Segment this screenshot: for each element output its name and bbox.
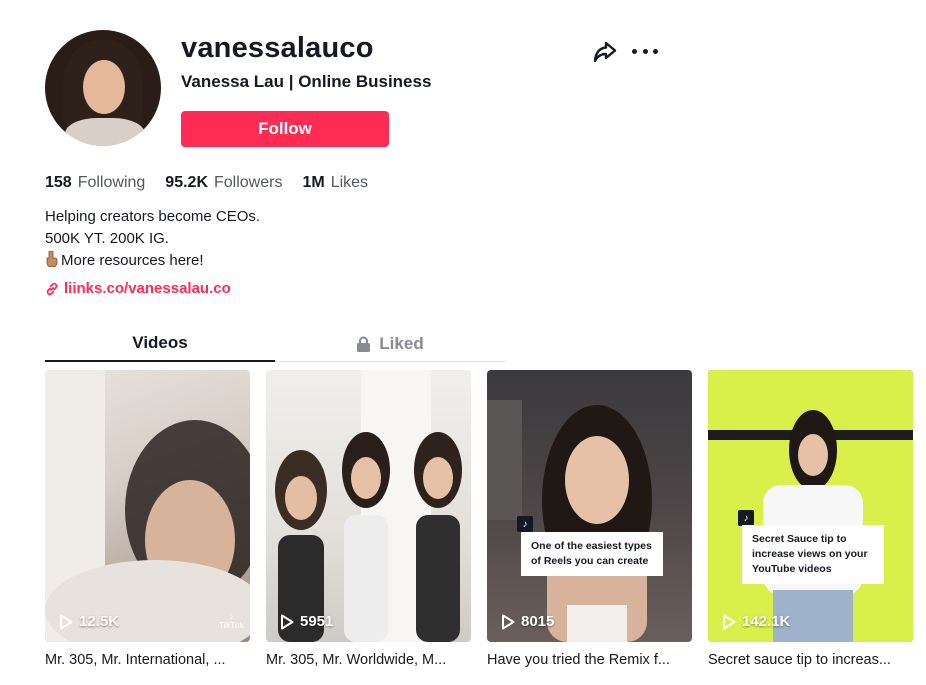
stat-value: 95.2K [165,174,208,191]
play-icon [722,614,736,630]
video-thumbnail[interactable]: ♪ One of the easiest types of Reels you … [487,370,692,642]
view-count-text: 12.5K [79,613,120,630]
stat-value: 158 [45,174,72,191]
video-card[interactable]: ♪ Secret Sauce tip to increase views on … [708,370,913,668]
watermark-text: TikTok [218,621,244,630]
stat-label: Likes [330,174,369,191]
tab-label: Videos [132,333,188,352]
stat-label: Following [77,174,146,191]
video-overlay-text: Secret Sauce tip to increase views on yo… [742,525,884,584]
video-card[interactable]: 5951 Mr. 305, Mr. Worldwide, M... [266,370,471,668]
video-caption[interactable]: Mr. 305, Mr. Worldwide, M... [266,652,471,668]
avatar[interactable] [45,30,161,146]
video-caption[interactable]: Have you tried the Remix f... [487,652,692,668]
tab-label: Liked [379,334,424,353]
bio-line: 500K YT. 200K IG. [45,230,169,247]
view-count-text: 5951 [300,613,334,630]
tab-videos[interactable]: Videos [45,326,275,362]
pointing-down-hand-icon [45,250,59,268]
thumbnail-art [45,370,250,642]
view-count: 5951 [280,613,333,630]
video-thumbnail[interactable]: 5951 [266,370,471,642]
bio-link-text: liinks.co/vanessalau.co [64,280,231,297]
thumbnail-art [487,400,652,642]
view-count: 142.1K [722,613,790,630]
bio-line: Helping creators become CEOs. [45,208,261,225]
video-card[interactable]: 12.5K ♪ TikTok Mr. 305, Mr. International… [45,370,250,668]
view-count-text: 142.1K [742,613,791,630]
stat-label: Followers [214,174,283,191]
stat-value: 1M [302,174,325,191]
nickname: Vanessa Lau | Online Business [181,72,432,91]
more-options-icon[interactable] [632,40,658,62]
tiktok-logo-icon: ♪ [738,510,754,526]
play-icon [501,614,515,630]
play-icon [59,614,73,630]
link-icon [45,282,59,296]
avatar-face [83,60,125,114]
video-caption[interactable]: Mr. 305, Mr. International, ... [45,652,250,668]
video-overlay-text: One of the easiest types of Reels you ca… [521,532,663,576]
stat-likes: 1M Likes [302,174,368,192]
stat-following[interactable]: 158 Following [45,174,145,192]
bio-link[interactable]: liinks.co/vanessalau.co [45,280,231,297]
thumbnail-art [708,370,913,642]
view-count: 12.5K [59,613,119,630]
view-count-text: 8015 [521,613,555,630]
bio-resources-text: More resources here! [61,252,204,269]
video-card[interactable]: ♪ One of the easiest types of Reels you … [487,370,692,668]
bio: Helping creators become CEOs. 500K YT. 2… [45,206,260,272]
tiktok-logo-icon: ♪ [517,516,533,532]
profile-tabs: Videos Liked [45,326,505,362]
share-icon[interactable] [592,38,618,64]
follow-button[interactable]: Follow [181,111,389,147]
video-caption[interactable]: Secret sauce tip to increas... [708,652,913,668]
tab-liked[interactable]: Liked [275,326,505,362]
play-icon [280,614,294,630]
view-count: 8015 [501,613,554,630]
avatar-shoulder [65,118,145,146]
video-grid: 12.5K ♪ TikTok Mr. 305, Mr. International… [45,370,913,668]
video-thumbnail[interactable]: 12.5K ♪ TikTok [45,370,250,642]
lock-icon [356,336,371,352]
video-thumbnail[interactable]: ♪ Secret Sauce tip to increase views on … [708,370,913,642]
bio-line: More resources here! [45,250,260,272]
thumbnail-art [275,370,462,642]
stat-followers[interactable]: 95.2K Followers [165,174,282,192]
tiktok-watermark: ♪ TikTok [218,612,244,630]
stats-bar: 158 Following 95.2K Followers 1M Likes [45,174,368,192]
username: vanessalauco [181,32,374,64]
